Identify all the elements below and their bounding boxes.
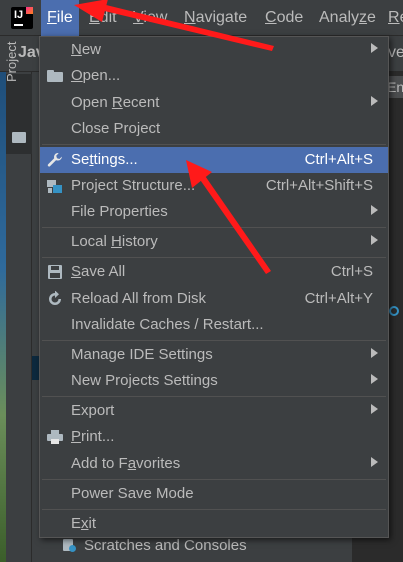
menu-item-power-save-mode[interactable]: Power Save Mode xyxy=(40,481,388,507)
menu-navigate[interactable]: Navigate xyxy=(184,0,247,36)
menu-separator xyxy=(42,227,386,228)
breadcrumb-right[interactable]: ve xyxy=(388,44,403,62)
menu-separator xyxy=(42,340,386,341)
menu-view[interactable]: View xyxy=(133,0,167,36)
menu-item-reload[interactable]: Reload All from Disk Ctrl+Alt+Y xyxy=(40,286,388,312)
menu-item-new-projects-settings[interactable]: New Projects Settings xyxy=(40,368,388,394)
submenu-arrow-icon xyxy=(371,235,378,245)
folder-icon xyxy=(12,132,26,143)
submenu-arrow-icon xyxy=(371,205,378,215)
menu-analyze[interactable]: Analyze xyxy=(319,0,376,36)
submenu-arrow-icon xyxy=(371,43,378,53)
tree-item-label: Scratches and Consoles xyxy=(84,536,247,554)
menu-item-manage-ide-settings[interactable]: Manage IDE Settings xyxy=(40,342,388,368)
folder-open-icon xyxy=(47,68,63,84)
menu-bar: IJ File Edit View Navigate Code Analyze … xyxy=(0,0,403,36)
menu-item-file-properties[interactable]: File Properties xyxy=(40,199,388,225)
submenu-arrow-icon xyxy=(371,457,378,467)
breakpoint-icon xyxy=(389,306,399,316)
menu-item-open[interactable]: Open... xyxy=(40,63,388,89)
menu-item-close-project[interactable]: Close Project xyxy=(40,116,388,142)
submenu-arrow-icon xyxy=(371,348,378,358)
menu-item-invalidate-caches[interactable]: Invalidate Caches / Restart... xyxy=(40,312,388,338)
save-icon xyxy=(47,264,63,280)
menu-edit[interactable]: Edit xyxy=(89,0,117,36)
menu-item-export[interactable]: Export xyxy=(40,398,388,424)
editor-tab[interactable]: En xyxy=(387,76,403,98)
menu-separator xyxy=(42,479,386,480)
menu-item-exit[interactable]: Exit xyxy=(40,511,388,537)
scratch-icon xyxy=(62,537,78,553)
menu-item-project-structure[interactable]: Project Structure... Ctrl+Alt+Shift+S xyxy=(40,173,388,199)
submenu-arrow-icon xyxy=(371,374,378,384)
menu-separator xyxy=(42,144,386,145)
menu-item-settings[interactable]: Settings... Ctrl+Alt+S xyxy=(40,147,388,173)
print-icon xyxy=(47,429,63,445)
reload-icon xyxy=(47,291,63,307)
menu-item-new[interactable]: New xyxy=(40,37,388,63)
menu-separator xyxy=(42,509,386,510)
menu-separator xyxy=(42,257,386,258)
file-menu-dropdown: New Open... Open Recent Close Project Se… xyxy=(39,36,389,538)
menu-item-local-history[interactable]: Local History xyxy=(40,229,388,255)
menu-refactor[interactable]: Re xyxy=(388,0,403,36)
project-tool-tab-label: Project xyxy=(4,41,19,82)
project-structure-icon xyxy=(47,178,63,194)
menu-file[interactable]: File xyxy=(41,0,79,36)
submenu-arrow-icon xyxy=(371,404,378,414)
menu-item-open-recent[interactable]: Open Recent xyxy=(40,90,388,116)
menu-item-print[interactable]: Print... xyxy=(40,424,388,450)
wrench-icon xyxy=(47,152,63,168)
menu-item-save-all[interactable]: Save All Ctrl+S xyxy=(40,259,388,285)
menu-item-add-to-favorites[interactable]: Add to Favorites xyxy=(40,451,388,477)
menu-code[interactable]: Code xyxy=(265,0,303,36)
menu-separator xyxy=(42,396,386,397)
submenu-arrow-icon xyxy=(371,96,378,106)
intellij-logo-icon: IJ xyxy=(11,7,33,29)
